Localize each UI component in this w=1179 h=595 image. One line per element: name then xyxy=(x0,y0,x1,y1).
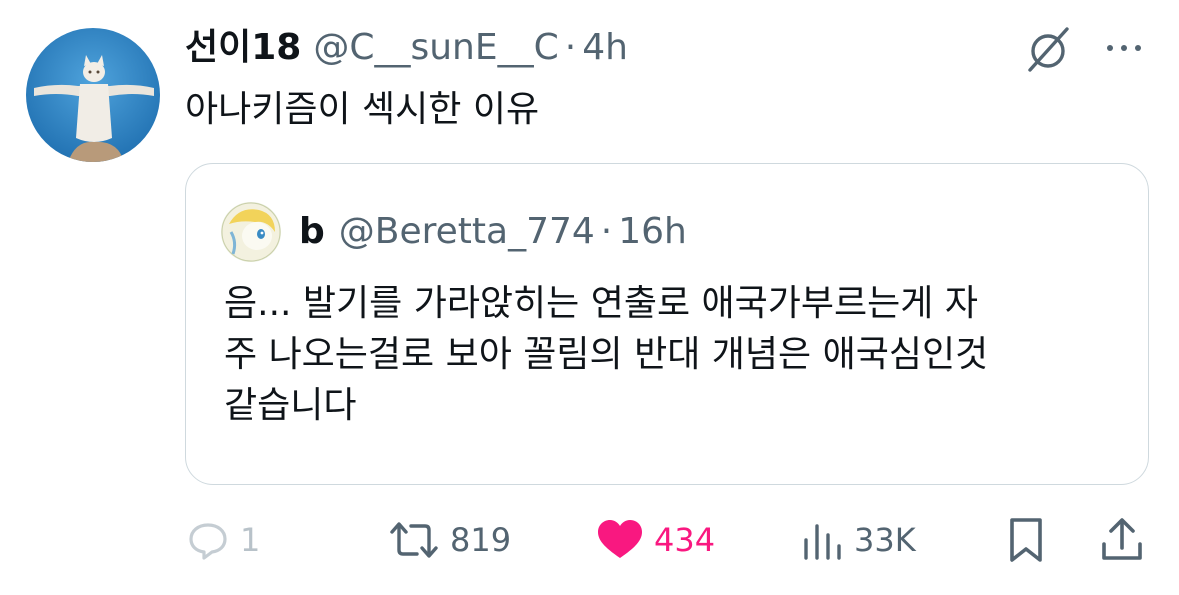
tweet-timestamp[interactable]: 4h xyxy=(582,22,628,74)
quoted-tweet-text: 음... 발기를 가라앉히는 연출로 애국가부르는게 자 주 나오는걸로 보아 … xyxy=(224,278,988,431)
views-icon xyxy=(804,524,841,560)
like-count: 434 xyxy=(654,521,716,559)
quoted-author-display-name[interactable]: b xyxy=(299,206,325,258)
bookmark-button[interactable] xyxy=(1004,512,1048,568)
grok-icon[interactable] xyxy=(1022,24,1074,76)
retweet-button[interactable]: 819 xyxy=(388,512,511,568)
quoted-tweet-card[interactable]: b @Beretta_774 · 16h 음... 발기를 가라앉히는 연출로 … xyxy=(185,163,1149,485)
bookmark-icon xyxy=(1010,518,1042,562)
reply-button[interactable]: 1 xyxy=(186,512,260,568)
tweet-actions: 1 819 434 33K xyxy=(0,512,1179,568)
reply-count: 1 xyxy=(240,521,261,559)
tweet-text: 아나키즘이 섹시한 이유 xyxy=(185,89,540,130)
views-count: 33K xyxy=(854,521,916,559)
author-display-name[interactable]: 선이18 xyxy=(185,22,301,74)
quoted-tweet-timestamp[interactable]: 16h xyxy=(618,206,687,258)
quoted-tweet-header: b @Beretta_774 · 16h xyxy=(299,206,687,258)
quoted-avatar[interactable] xyxy=(221,202,281,262)
quoted-text-line: 주 나오는걸로 보아 꼴림의 반대 개념은 애국심인것 xyxy=(224,334,989,375)
quoted-text-line: 음... 발기를 가라앉히는 연출로 애국가부르는게 자 xyxy=(224,283,978,324)
retweet-icon xyxy=(390,522,438,558)
avatar[interactable] xyxy=(26,28,160,162)
share-icon xyxy=(1102,518,1142,560)
author-handle[interactable]: @C__sunE__C xyxy=(313,22,558,74)
heart-icon xyxy=(598,520,642,558)
quoted-header-separator: · xyxy=(600,211,613,252)
tweet-header: 선이18 @C__sunE__C · 4h xyxy=(185,22,628,74)
header-separator: · xyxy=(564,27,577,68)
quoted-author-handle[interactable]: @Beretta_774 xyxy=(339,206,595,258)
reply-icon xyxy=(189,523,227,560)
like-button[interactable]: 434 xyxy=(596,512,715,568)
retweet-count: 819 xyxy=(450,521,512,559)
share-button[interactable] xyxy=(1098,512,1146,568)
more-icon[interactable] xyxy=(1102,38,1146,58)
quoted-text-line: 같습니다 xyxy=(224,385,357,426)
views-button[interactable]: 33K xyxy=(800,512,916,568)
